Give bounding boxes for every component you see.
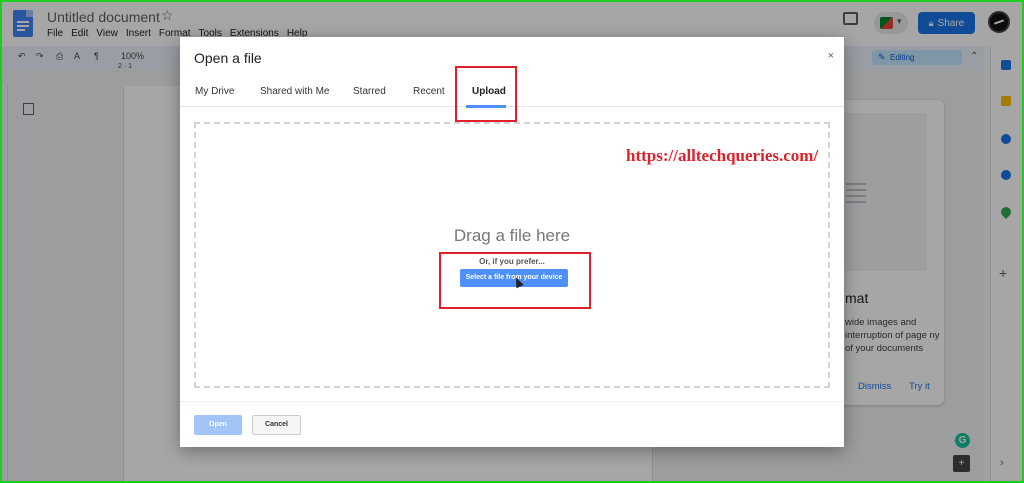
select-button-highlight — [439, 252, 591, 309]
tab-starred[interactable]: Starred — [353, 86, 386, 97]
drag-file-text: Drag a file here — [453, 226, 571, 245]
tab-my-drive[interactable]: My Drive — [195, 86, 234, 97]
dialog-title: Open a file — [194, 50, 262, 66]
footer-divider — [180, 401, 844, 402]
tab-shared-with-me[interactable]: Shared with Me — [260, 86, 329, 97]
upload-tab-highlight — [455, 66, 517, 122]
site-watermark: https://alltechqueries.com/ — [626, 146, 819, 165]
cancel-button[interactable]: Cancel — [252, 415, 301, 435]
close-icon[interactable]: × — [828, 50, 834, 62]
open-button[interactable]: Open — [194, 415, 242, 435]
tab-recent[interactable]: Recent — [413, 86, 445, 97]
